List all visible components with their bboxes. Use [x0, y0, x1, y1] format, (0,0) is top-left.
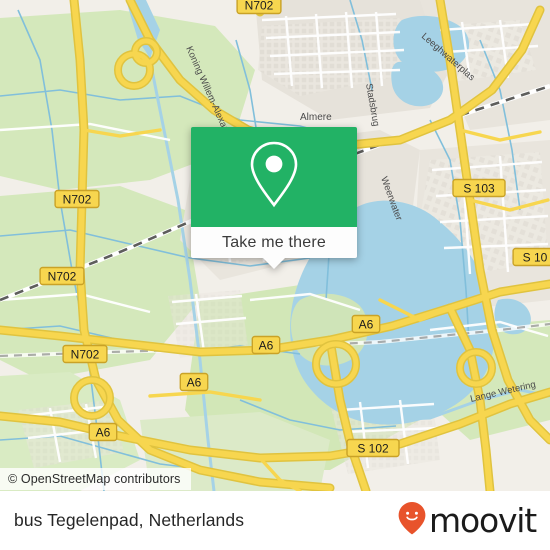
svg-text:A6: A6 — [359, 317, 374, 331]
svg-text:N702: N702 — [71, 347, 100, 361]
svg-text:S 102: S 102 — [357, 441, 389, 455]
road-shield: N702 — [54, 189, 100, 209]
osm-attribution: © OpenStreetMap contributors — [0, 468, 191, 490]
svg-text:N702: N702 — [63, 192, 92, 206]
footer-bar: Koning Willem-Alexanderwetering Stadsbru… — [0, 491, 550, 550]
map-label: Almere — [300, 112, 332, 123]
road-shield: A6 — [251, 335, 281, 355]
svg-text:A6: A6 — [96, 425, 111, 439]
road-shield: N702 — [39, 266, 85, 286]
road-shield: A6 — [88, 422, 118, 442]
moovit-logo[interactable]: moovit — [397, 501, 537, 540]
popup-header — [191, 127, 357, 227]
popup-tail — [263, 258, 285, 269]
svg-text:N702: N702 — [245, 0, 274, 12]
map-pin-icon — [245, 139, 303, 216]
road-shield: A6 — [351, 314, 381, 334]
svg-text:A6: A6 — [259, 338, 274, 352]
road-shield: A6 — [179, 372, 209, 392]
screenshot-root: Koning Willem-Alexanderwetering Stadsbru… — [0, 0, 550, 550]
svg-text:A6: A6 — [187, 375, 202, 389]
moovit-smiley-pin-icon — [397, 501, 427, 540]
take-me-there-label: Take me there — [222, 233, 326, 251]
road-shield: N702 — [236, 0, 282, 15]
road-shield: S 102 — [346, 438, 400, 458]
svg-text:N702: N702 — [48, 269, 77, 283]
map-viewport[interactable]: Koning Willem-Alexanderwetering Stadsbru… — [0, 0, 550, 491]
svg-text:S 103: S 103 — [463, 181, 495, 195]
road-shield: S 10 — [512, 247, 550, 267]
moovit-wordmark: moovit — [429, 501, 537, 540]
location-popup-card[interactable]: Take me there — [191, 127, 357, 269]
road-shield: N702 — [62, 344, 108, 364]
take-me-there-button[interactable]: Take me there — [191, 227, 357, 258]
place-title: bus Tegelenpad, Netherlands — [14, 510, 245, 530]
svg-text:S 10: S 10 — [523, 250, 548, 264]
road-shield: S 103 — [452, 178, 506, 198]
